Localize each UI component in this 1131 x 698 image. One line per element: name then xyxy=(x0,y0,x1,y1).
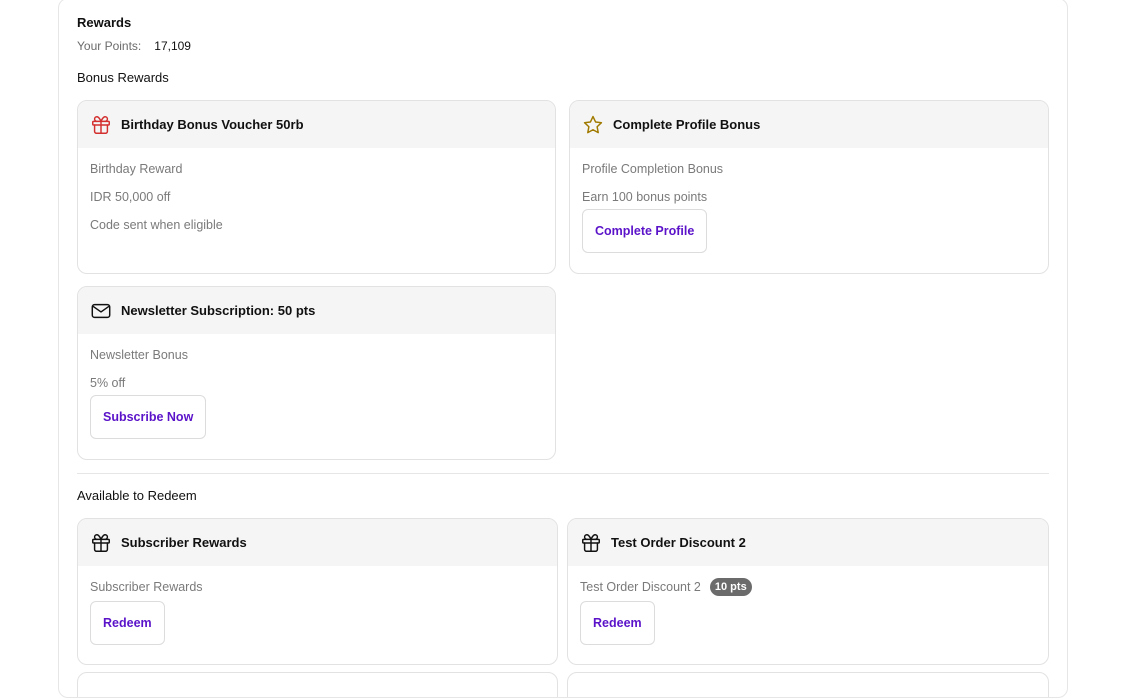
reward-card-partial xyxy=(567,672,1049,697)
card-line-text: Test Order Discount 2 xyxy=(580,580,701,594)
card-title: Complete Profile Bonus xyxy=(613,117,761,132)
reward-card-test-order-discount: Test Order Discount 2 Test Order Discoun… xyxy=(567,518,1049,665)
redeem-section-title: Available to Redeem xyxy=(77,488,197,503)
reward-card-birthday: Birthday Bonus Voucher 50rb Birthday Rew… xyxy=(77,100,556,274)
card-line: Profile Completion Bonus xyxy=(582,162,724,176)
reward-card-partial xyxy=(77,672,558,697)
card-header: Test Order Discount 2 xyxy=(568,519,1048,566)
card-line: Newsletter Bonus xyxy=(90,348,188,362)
points-label: Your Points: xyxy=(77,39,142,53)
card-title: Subscriber Rewards xyxy=(121,535,247,550)
gift-icon xyxy=(92,533,110,552)
card-title: Birthday Bonus Voucher 50rb xyxy=(121,117,304,132)
subscribe-now-button[interactable]: Subscribe Now xyxy=(90,395,207,439)
points-summary: Your Points: 17,109 xyxy=(77,39,191,53)
bonus-section-title: Bonus Rewards xyxy=(77,70,169,85)
points-value: 17,109 xyxy=(154,39,191,53)
gift-icon xyxy=(582,533,600,552)
rewards-panel: Rewards Your Points: 17,109 Bonus Reward… xyxy=(58,0,1068,698)
card-line: IDR 50,000 off xyxy=(90,190,171,204)
reward-card-complete-profile: Complete Profile Bonus Profile Completio… xyxy=(569,100,1049,274)
card-line: Birthday Reward xyxy=(90,162,183,176)
card-title: Newsletter Subscription: 50 pts xyxy=(121,303,316,318)
section-divider xyxy=(77,473,1049,474)
card-header: Birthday Bonus Voucher 50rb xyxy=(78,101,555,148)
card-title: Test Order Discount 2 xyxy=(611,535,746,550)
star-icon xyxy=(583,115,603,133)
page-title: Rewards xyxy=(77,15,132,30)
redeem-button[interactable]: Redeem xyxy=(580,601,655,645)
reward-card-subscriber: Subscriber Rewards Subscriber Rewards Re… xyxy=(77,518,558,665)
card-line: Code sent when eligible xyxy=(90,218,223,232)
card-header: Complete Profile Bonus xyxy=(570,101,1048,148)
gift-icon xyxy=(92,115,110,134)
redeem-button[interactable]: Redeem xyxy=(90,601,165,645)
complete-profile-button[interactable]: Complete Profile xyxy=(582,209,708,253)
reward-card-newsletter: Newsletter Subscription: 50 pts Newslett… xyxy=(77,286,556,460)
card-header: Subscriber Rewards xyxy=(78,519,557,566)
mail-icon xyxy=(91,303,111,318)
card-header: Newsletter Subscription: 50 pts xyxy=(78,287,555,334)
points-badge: 10 pts xyxy=(709,578,752,596)
